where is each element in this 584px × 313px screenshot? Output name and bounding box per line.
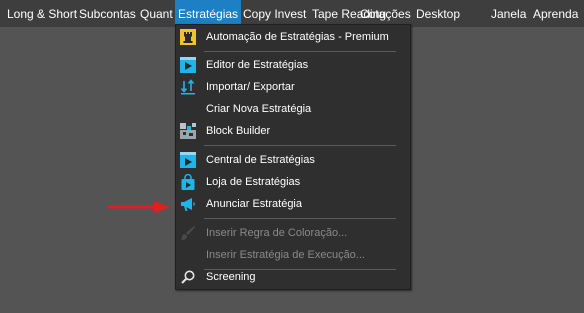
blocks-icon — [180, 123, 196, 139]
menu-item-screening[interactable]: Screening — [176, 266, 410, 288]
brush-icon — [181, 226, 195, 240]
red-arrow-annotation — [108, 201, 170, 213]
chess-rook-icon — [180, 29, 196, 45]
menu-quant[interactable]: Quant — [137, 0, 176, 27]
menu-item-inserir-regra[interactable]: Inserir Regra de Coloração... — [176, 222, 410, 244]
menu-copy-invest[interactable]: Copy Invest — [240, 0, 309, 27]
menu-janela[interactable]: Janela — [488, 0, 529, 27]
menu-item-automacao-premium[interactable]: Automação de Estratégias - Premium — [176, 26, 410, 48]
menu-desktop[interactable]: Desktop — [413, 0, 463, 27]
menu-bar: Long & Short Subcontas Quant Estratégias… — [0, 0, 584, 27]
separator — [204, 218, 396, 219]
separator — [204, 145, 396, 146]
menu-aprenda[interactable]: Aprenda — [530, 0, 581, 27]
menu-item-inserir-execucao[interactable]: Inserir Estratégia de Execução... — [176, 244, 410, 266]
menu-item-block-builder[interactable]: Block Builder — [176, 120, 410, 142]
menu-item-criar-nova[interactable]: Criar Nova Estratégia — [176, 98, 410, 120]
megaphone-icon — [181, 198, 195, 211]
central-icon — [180, 152, 196, 168]
editor-icon — [180, 57, 196, 73]
search-icon — [181, 270, 195, 284]
menu-estrategias[interactable]: Estratégias — [175, 0, 241, 27]
menu-long-short[interactable]: Long & Short — [4, 0, 80, 27]
menu-item-central[interactable]: Central de Estratégias — [176, 149, 410, 171]
menu-subcontas[interactable]: Subcontas — [76, 0, 139, 27]
menu-item-anunciar[interactable]: Anunciar Estratégia — [176, 193, 410, 215]
estrategias-dropdown-menu: Automação de Estratégias - Premium Edito… — [175, 24, 411, 290]
menu-item-loja[interactable]: Loja de Estratégias — [176, 171, 410, 193]
import-export-icon — [180, 79, 195, 95]
separator — [204, 51, 396, 52]
menu-item-editor[interactable]: Editor de Estratégias — [176, 54, 410, 76]
menu-cotacoes[interactable]: Cotações — [357, 0, 414, 27]
menu-item-importar-exportar[interactable]: Importar/ Exportar — [176, 76, 410, 98]
shopping-bag-icon — [181, 174, 195, 190]
